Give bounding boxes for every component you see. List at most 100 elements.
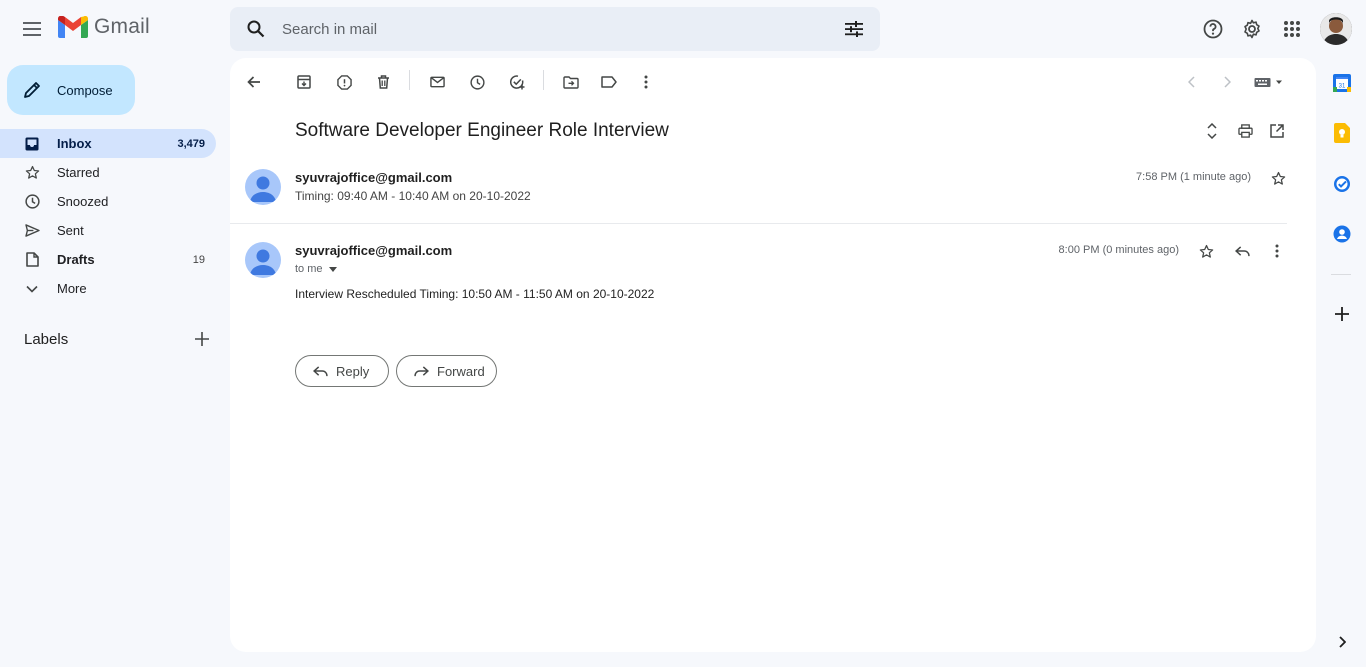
sender-avatar[interactable]: [245, 169, 281, 205]
star-icon: [1199, 244, 1213, 258]
message-time: 7:58 PM (1 minute ago): [1136, 171, 1251, 183]
reply-icon: [313, 365, 328, 376]
chevron-left-icon: [1187, 76, 1195, 88]
contacts-app-button[interactable]: [1328, 220, 1356, 248]
chevron-right-icon: [1338, 636, 1346, 648]
star-button[interactable]: [1189, 234, 1223, 268]
calendar-icon: 31: [1333, 74, 1351, 92]
print-all-button[interactable]: [1228, 114, 1262, 148]
sidebar-item-label: Snoozed: [57, 194, 109, 209]
print-icon: [1237, 124, 1253, 138]
keep-app-button[interactable]: [1328, 119, 1356, 147]
newer-button[interactable]: [1174, 65, 1208, 99]
report-spam-icon: [336, 74, 352, 90]
arrow-back-icon: [247, 76, 260, 88]
labels-heading: Labels: [24, 330, 69, 348]
message-time: 8:00 PM (0 minutes ago): [1058, 244, 1179, 256]
delete-button[interactable]: [366, 65, 400, 99]
sidebar-item-drafts[interactable]: Drafts 19: [0, 245, 216, 274]
sidebar-item-inbox[interactable]: Inbox 3,479: [0, 129, 216, 158]
calendar-app-button[interactable]: 31: [1328, 69, 1356, 97]
forward-pill-button[interactable]: Forward: [396, 355, 497, 387]
sidebar-item-label: More: [57, 281, 87, 296]
older-button[interactable]: [1210, 65, 1244, 99]
sender-email[interactable]: syuvrajoffice@gmail.com: [295, 170, 452, 185]
unfold-icon: [1207, 123, 1217, 139]
forward-icon: [414, 365, 429, 376]
search-options-button[interactable]: [834, 9, 874, 49]
hamburger-menu-icon: [23, 22, 41, 36]
sidebar-item-sent[interactable]: Sent: [0, 216, 216, 245]
gmail-logo[interactable]: Gmail: [58, 15, 150, 39]
gear-icon: [1244, 19, 1260, 39]
settings-button[interactable]: [1232, 9, 1272, 49]
input-tools-button[interactable]: [1249, 65, 1289, 99]
sidebar-item-label: Sent: [57, 223, 84, 238]
compose-button[interactable]: Compose: [7, 65, 135, 115]
sidebar-item-snoozed[interactable]: Snoozed: [0, 187, 216, 216]
message-divider: [230, 223, 1287, 224]
search-input[interactable]: [282, 20, 834, 38]
open-new-window-button[interactable]: [1260, 114, 1294, 148]
google-apps-button[interactable]: [1272, 9, 1312, 49]
svg-text:31: 31: [1339, 84, 1346, 90]
pencil-icon: [24, 82, 40, 98]
support-button[interactable]: [1193, 9, 1233, 49]
labels-section-header: Labels: [24, 327, 214, 351]
caret-down-icon: [328, 266, 337, 272]
star-icon: [1271, 171, 1285, 185]
more-options-button[interactable]: [629, 65, 663, 99]
account-avatar[interactable]: [1320, 13, 1352, 45]
labels-button[interactable]: [592, 65, 626, 99]
add-to-tasks-button[interactable]: [500, 65, 534, 99]
contacts-icon: [1333, 225, 1351, 243]
create-label-button[interactable]: [190, 327, 214, 351]
user-photo-icon: [1320, 13, 1352, 45]
app-name: Gmail: [94, 15, 150, 38]
sender-avatar[interactable]: [245, 242, 281, 278]
show-side-panel-button[interactable]: [1328, 628, 1356, 656]
open-in-new-icon: [1270, 124, 1284, 138]
message-snippet[interactable]: Timing: 09:40 AM - 10:40 AM on 20-10-202…: [295, 189, 531, 203]
sidebar-item-starred[interactable]: Starred: [0, 158, 216, 187]
label-tag-icon: [601, 76, 617, 88]
person-icon: [250, 249, 276, 275]
draft-icon: [24, 252, 40, 268]
search-bar[interactable]: [230, 7, 880, 51]
sidebar-item-more[interactable]: More: [0, 274, 216, 303]
move-to-folder-icon: [563, 75, 579, 89]
archive-icon: [297, 75, 311, 89]
expand-all-button[interactable]: [1195, 114, 1229, 148]
email-subject: Software Developer Engineer Role Intervi…: [295, 120, 669, 141]
tasks-icon: [1334, 176, 1350, 192]
sender-email[interactable]: syuvrajoffice@gmail.com: [295, 243, 452, 258]
reply-icon: [1234, 245, 1250, 256]
sidebar-item-label: Inbox: [57, 136, 92, 151]
recipients-label: to me: [295, 263, 323, 275]
mark-unread-button[interactable]: [420, 65, 454, 99]
snooze-button[interactable]: [460, 65, 494, 99]
send-icon: [24, 223, 40, 239]
message-more-button[interactable]: [1260, 234, 1294, 268]
search-button[interactable]: [234, 7, 278, 51]
tasks-app-button[interactable]: [1328, 170, 1356, 198]
archive-button[interactable]: [287, 65, 321, 99]
move-to-button[interactable]: [554, 65, 588, 99]
reply-pill-button[interactable]: Reply: [295, 355, 389, 387]
back-button[interactable]: [237, 65, 271, 99]
message-view-panel: Software Developer Engineer Role Intervi…: [230, 58, 1316, 652]
star-button[interactable]: [1261, 161, 1295, 195]
rail-divider: [1331, 274, 1351, 275]
add-task-icon: [510, 75, 525, 90]
main-menu-button[interactable]: [12, 9, 52, 49]
search-icon: [247, 20, 265, 38]
apps-grid-icon: [1284, 21, 1300, 37]
get-addons-button[interactable]: [1328, 300, 1356, 328]
report-spam-button[interactable]: [327, 65, 361, 99]
sidebar-item-label: Drafts: [57, 252, 95, 267]
mail-icon: [429, 76, 445, 88]
plus-icon: [195, 332, 209, 346]
sidebar-nav: Inbox 3,479 Starred Snoozed Sent Drafts …: [0, 129, 216, 303]
recipients-toggle[interactable]: to me: [295, 263, 337, 275]
reply-button[interactable]: [1225, 234, 1259, 268]
